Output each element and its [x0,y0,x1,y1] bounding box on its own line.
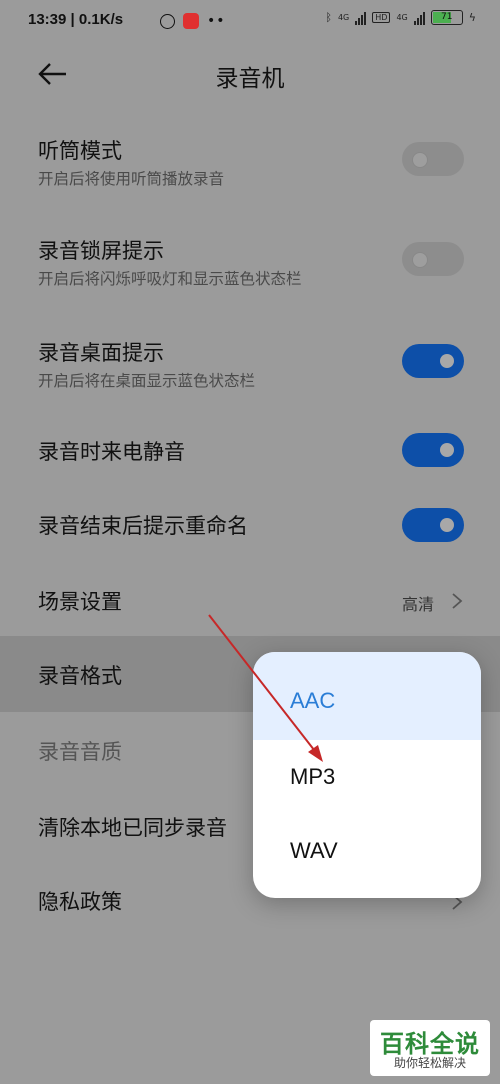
more-dots-icon: •• [207,13,226,29]
setting-scene[interactable]: 场景设置 高清 [0,570,500,632]
alarm-icon [160,13,175,29]
hd-icon: HD [372,12,391,23]
setting-title: 听筒模式 [38,139,122,163]
format-option-aac[interactable]: AAC [253,652,481,740]
status-time: 13:39 [28,11,67,28]
setting-title: 录音时来电静音 [38,440,185,464]
rename-prompt-toggle[interactable] [402,508,464,542]
status-net-speed: 0.1K/s [78,11,124,28]
setting-desktop-hint[interactable]: 录音桌面提示 开启后将在桌面显示蓝色状态栏 [0,327,500,417]
app-header: 录音机 [0,44,500,104]
setting-lockscreen-hint[interactable]: 录音锁屏提示 开启后将闪烁呼吸灯和显示蓝色状态栏 [0,225,500,315]
setting-subtitle: 开启后将使用听筒播放录音 [38,170,225,188]
setting-title: 清除本地已同步录音 [38,816,227,840]
setting-subtitle: 开启后将闪烁呼吸灯和显示蓝色状态栏 [38,270,302,288]
status-right-icons: ᛒ 4G HD 4G 71 ϟ [325,10,476,25]
signal-2-icon [413,11,425,25]
setting-title: 录音格式 [38,664,122,688]
mute-calls-toggle[interactable] [402,433,464,467]
setting-title: 场景设置 [38,590,122,614]
battery-text: 71 [441,12,453,22]
lockscreen-hint-toggle[interactable] [402,242,464,276]
watermark-logo: 百科全说 助你轻松解决 [370,1020,490,1076]
status-bar: 13:39 | 0.1K/s •• ᛒ 4G HD 4G 71 ϟ [0,0,500,44]
toggle-knob [440,518,454,532]
format-option-wav[interactable]: WAV [253,814,481,888]
setting-title: 隐私政策 [38,890,122,914]
signal-1-icon [355,11,367,25]
bluetooth-icon: ᛒ [325,11,332,24]
battery-icon: 71 [430,10,463,25]
option-label: WAV [290,838,338,863]
setting-title: 录音音质 [38,740,122,764]
page-title: 录音机 [215,66,285,92]
chevron-right-icon [452,593,463,609]
app-notification-icon [183,13,199,29]
watermark-subtitle: 助你轻松解决 [393,1056,466,1070]
signal-2-label: 4G [396,13,408,22]
setting-earpiece-mode[interactable]: 听筒模式 开启后将使用听筒播放录音 [0,125,500,215]
option-label: AAC [290,688,336,713]
toggle-knob [412,252,428,268]
status-time-and-speed: 13:39 | 0.1K/s [28,11,124,28]
toggle-knob [440,354,454,368]
signal-1-label: 4G [337,13,350,22]
toggle-knob [440,443,454,457]
format-option-mp3[interactable]: MP3 [253,740,481,814]
setting-rename-prompt[interactable]: 录音结束后提示重命名 [0,494,500,556]
status-notification-icons: •• [160,13,226,29]
charging-icon: ϟ [468,11,476,24]
setting-subtitle: 开启后将在桌面显示蓝色状态栏 [38,372,256,390]
option-label: MP3 [290,764,336,789]
desktop-hint-toggle[interactable] [402,344,464,378]
scene-value: 高清 [401,595,434,614]
toggle-knob [412,152,428,168]
earpiece-mode-toggle[interactable] [402,142,464,176]
setting-title: 录音锁屏提示 [38,239,164,263]
setting-title: 录音桌面提示 [38,341,164,365]
format-popup-menu: AAC MP3 WAV [253,652,481,898]
setting-mute-calls[interactable]: 录音时来电静音 [0,420,500,482]
setting-title: 录音结束后提示重命名 [38,514,248,538]
